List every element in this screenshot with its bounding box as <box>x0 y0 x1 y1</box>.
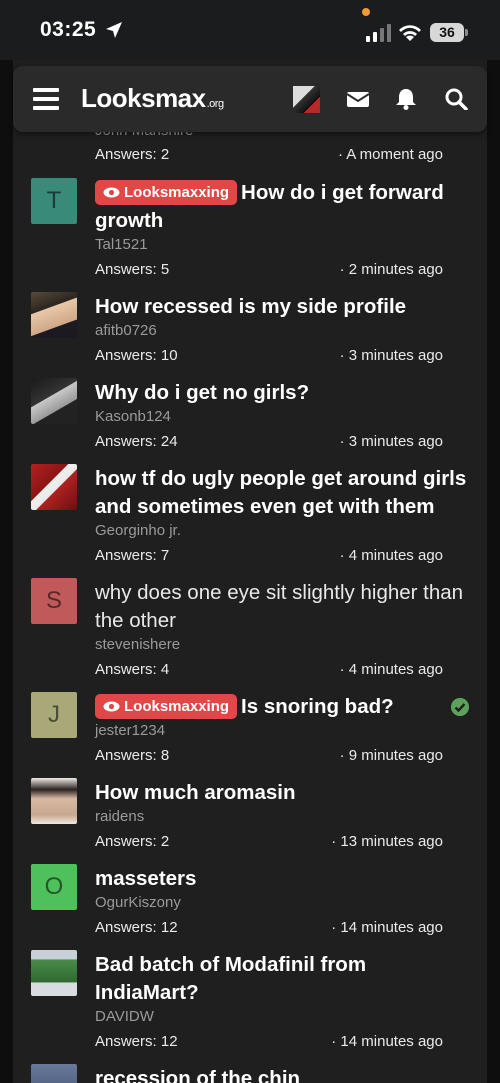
avatar <box>31 1064 77 1083</box>
battery-tip <box>465 29 468 36</box>
privacy-indicator-dot <box>362 8 370 16</box>
answers-count: Answers: 2 <box>95 833 170 850</box>
thread-title[interactable]: Why do i get no girls? <box>95 379 475 407</box>
avatar <box>31 292 77 338</box>
avatar: O <box>31 864 77 910</box>
battery-level: 36 <box>430 23 464 42</box>
thread-time: · 4 minutes ago <box>339 547 443 564</box>
thread-title[interactable]: How much aromasin <box>95 779 475 807</box>
cellular-signal-icon <box>366 24 391 42</box>
thread-author[interactable]: raidens <box>95 808 144 825</box>
thread-title[interactable]: recession of the chin <box>95 1065 475 1083</box>
thread-author[interactable]: Kasonb124 <box>95 408 171 425</box>
status-time: 03:25 <box>40 18 97 41</box>
thread-title[interactable]: why does one eye sit slightly higher tha… <box>95 579 475 635</box>
thread-title[interactable]: how tf do ugly people get around girls a… <box>95 465 475 521</box>
looksmaxxing-tag[interactable]: Looksmaxxing <box>95 180 238 205</box>
answers-count: Answers: 5 <box>95 261 170 278</box>
user-avatar[interactable] <box>293 86 320 113</box>
thread-time: · 14 minutes ago <box>331 919 443 936</box>
status-bar: 03:25 36 <box>0 0 500 60</box>
thread-author[interactable]: OgurKiszony <box>95 894 181 911</box>
checkmark-icon <box>451 698 469 716</box>
location-arrow-icon <box>106 22 122 38</box>
thread-author[interactable]: stevenishere <box>95 636 180 653</box>
thread-author[interactable]: afitb0726 <box>95 322 157 339</box>
thread-author[interactable]: Georginho jr. <box>95 522 181 539</box>
wifi-icon <box>399 25 421 41</box>
thread-author[interactable]: DAVIDW <box>95 1008 154 1025</box>
top-navbar: Looksmax.org <box>13 66 487 132</box>
avatar <box>31 950 77 996</box>
list-item[interactable]: recession of the chin <box>13 1064 487 1083</box>
thread-time: · 3 minutes ago <box>339 347 443 364</box>
thread-title[interactable]: Looksmaxxing Is snoring bad? <box>95 693 475 721</box>
search-icon[interactable] <box>444 88 468 110</box>
thread-time: · 2 minutes ago <box>339 261 443 278</box>
answers-count: Answers: 7 <box>95 547 170 564</box>
answers-count: Answers: 8 <box>95 747 170 764</box>
answers-count: Answers: 4 <box>95 661 170 678</box>
answers-count: Answers: 24 <box>95 433 178 450</box>
answers-count: Answers: 12 <box>95 919 178 936</box>
hamburger-menu-icon[interactable] <box>33 88 59 110</box>
thread-title[interactable]: How recessed is my side profile <box>95 293 475 321</box>
avatar <box>31 778 77 824</box>
avatar <box>31 464 77 510</box>
answers-count: Answers: 2 <box>95 146 170 163</box>
bell-icon[interactable] <box>394 88 418 110</box>
answers-count: Answers: 10 <box>95 347 178 364</box>
thread-title[interactable]: Bad batch of Modafinil from IndiaMart? <box>95 951 475 1007</box>
avatar: S <box>31 578 77 624</box>
thread-title[interactable]: masseters <box>95 865 475 893</box>
thread-time: · 4 minutes ago <box>339 661 443 678</box>
eye-icon <box>103 187 120 198</box>
thread-time: · A moment ago <box>337 146 443 163</box>
thread-author[interactable]: Tal1521 <box>95 236 148 253</box>
site-logo[interactable]: Looksmax.org <box>81 83 224 114</box>
thread-author[interactable]: jester1234 <box>95 722 165 739</box>
thread-title[interactable]: Looksmaxxing How do i get forward growth <box>95 179 475 235</box>
eye-icon <box>103 701 120 712</box>
looksmaxxing-tag[interactable]: Looksmaxxing <box>95 694 238 719</box>
envelope-icon[interactable] <box>346 88 370 110</box>
avatar: J <box>31 692 77 738</box>
answers-count: Answers: 12 <box>95 1033 178 1050</box>
avatar: T <box>31 178 77 224</box>
thread-time: · 14 minutes ago <box>331 1033 443 1050</box>
thread-time: · 3 minutes ago <box>339 433 443 450</box>
thread-time: · 13 minutes ago <box>331 833 443 850</box>
avatar <box>31 378 77 424</box>
thread-time: · 9 minutes ago <box>339 747 443 764</box>
